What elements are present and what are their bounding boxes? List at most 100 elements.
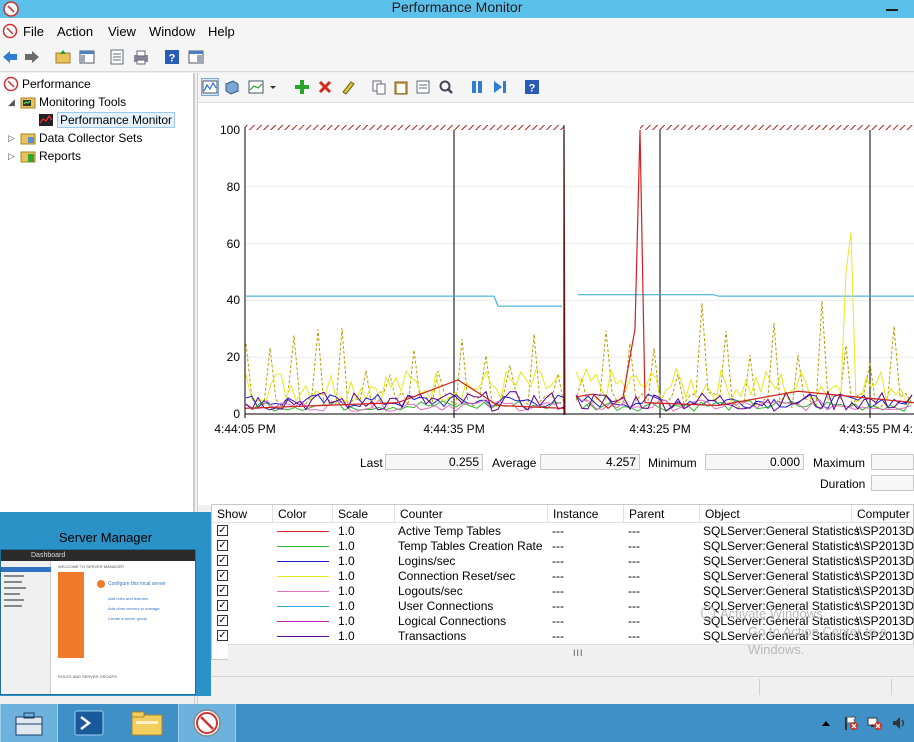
volume-icon[interactable] (891, 715, 907, 731)
legend-cell-parent: --- (628, 584, 640, 598)
thumb-header: Dashboard (1, 550, 195, 561)
minimum-label: Minimum (648, 456, 697, 470)
col-color[interactable]: Color (273, 505, 333, 523)
thumb-sidebar-item (4, 581, 22, 583)
change-graph-type-icon[interactable] (247, 78, 265, 96)
menu-view[interactable]: View (108, 24, 136, 39)
thumb-create-group-link: Create a server group (108, 616, 147, 621)
legend-cell-counter: Logouts/sec (398, 584, 463, 598)
tree-node-data-collector-sets[interactable]: ▷ Data Collector Sets (8, 129, 142, 147)
server-manager-icon (15, 712, 43, 736)
thumbnail-preview[interactable]: Dashboard WELCOME TO SERVER MANAGER Conf… (0, 549, 196, 695)
help-icon[interactable]: ? (163, 48, 181, 66)
freeze-display-icon[interactable] (468, 78, 486, 96)
up-folder-icon[interactable] (54, 48, 72, 66)
legend-cell-scale: 1.0 (338, 554, 355, 568)
back-icon[interactable] (1, 48, 19, 66)
update-data-icon[interactable] (491, 78, 509, 96)
tree-node-monitoring-tools[interactable]: ◢ Monitoring Tools (8, 93, 126, 111)
paste-counter-list-icon[interactable] (392, 78, 410, 96)
show-checkbox[interactable]: ✓ (217, 540, 228, 551)
tree-node-performance[interactable]: Performance (3, 75, 91, 93)
y-axis-ticks: 100 80 60 40 20 0 (220, 123, 240, 421)
tree-node-reports[interactable]: ▷ Reports (8, 147, 81, 165)
print-icon[interactable] (132, 48, 150, 66)
collapse-arrow-icon[interactable]: ◢ (8, 97, 18, 108)
legend-row[interactable]: ✓ 1.0 Logouts/sec --- --- SQLServer:General S… (212, 584, 914, 599)
minimum-value: 0.000 (705, 454, 804, 470)
zoom-icon[interactable] (437, 78, 455, 96)
forward-icon[interactable] (23, 48, 41, 66)
legend-row[interactable]: ✓ 1.0 Temp Tables Creation Rate --- --- SQLSe… (212, 539, 914, 554)
col-counter[interactable]: Counter (395, 505, 548, 523)
watermark-line-3: Windows. (748, 642, 805, 657)
legend-cell-object: SQLServer:General Statistics (703, 584, 860, 598)
view-graph-icon[interactable] (201, 78, 219, 96)
thumb-sidebar (1, 561, 51, 694)
col-computer[interactable]: Computer (852, 505, 914, 523)
show-checkbox[interactable]: ✓ (217, 570, 228, 581)
delete-counter-icon[interactable] (316, 78, 334, 96)
legend-row[interactable]: ✓ 1.0 Active Temp Tables --- --- SQLServer:Ge… (212, 524, 914, 539)
show-checkbox[interactable]: ✓ (217, 585, 228, 596)
col-scale[interactable]: Scale (333, 505, 395, 523)
x-tick-label: 4:43:55 PM (839, 422, 900, 436)
col-object[interactable]: Object (700, 505, 852, 523)
color-swatch (277, 591, 329, 592)
menu-file[interactable]: File (23, 24, 44, 39)
graph-help-icon[interactable]: ? (523, 78, 541, 96)
expand-arrow-icon[interactable]: ▷ (8, 151, 18, 162)
show-checkbox[interactable]: ✓ (217, 525, 228, 536)
server-manager-thumbnail[interactable]: Server Manager Dashboard WELCOME TO SERV… (0, 512, 211, 696)
performance-icon (3, 76, 19, 92)
performance-line-chart[interactable]: 100 80 60 40 20 0 4:44:05 PM 4:44:35 PM … (198, 103, 914, 443)
show-checkbox[interactable]: ✓ (217, 555, 228, 566)
copy-properties-icon[interactable] (370, 78, 388, 96)
minimize-icon[interactable] (874, 0, 914, 14)
color-swatch (277, 531, 329, 532)
highlight-icon[interactable] (339, 78, 357, 96)
thumb-roles-header: ROLES AND SERVER GROUPS (58, 674, 117, 679)
thumb-sidebar-item (4, 605, 22, 607)
col-instance[interactable]: Instance (548, 505, 624, 523)
x-tick-label: 4: (903, 422, 913, 436)
performance-monitor-task-button[interactable] (178, 704, 236, 742)
action-center-icon[interactable] (843, 715, 859, 731)
tree-label-monitoring-tools: Monitoring Tools (39, 95, 127, 109)
system-menu-icon[interactable] (2, 23, 18, 39)
legend-cell-computer: \\SP2013DE (856, 569, 914, 583)
legend-row[interactable]: ✓ 1.0 Connection Reset/sec --- --- SQLServer:… (212, 569, 914, 584)
legend-cell-parent: --- (628, 554, 640, 568)
server-manager-task-button[interactable] (0, 704, 58, 742)
y-tick-label: 60 (227, 237, 241, 251)
col-show[interactable]: Show (212, 505, 273, 523)
add-counter-icon[interactable] (293, 78, 311, 96)
scrollbar-grip-icon[interactable]: III (573, 648, 584, 658)
network-icon[interactable] (867, 715, 883, 731)
menu-window[interactable]: Window (149, 24, 195, 39)
view-histogram-icon[interactable] (223, 78, 241, 96)
menu-help[interactable]: Help (208, 24, 235, 39)
col-parent[interactable]: Parent (624, 505, 700, 523)
show-checkbox[interactable]: ✓ (217, 600, 228, 611)
tree-node-performance-monitor[interactable]: Performance Monitor (38, 111, 176, 129)
legend-row[interactable]: ✓ 1.0 Logins/sec --- --- SQLServer:General St… (212, 554, 914, 569)
properties-pane-icon[interactable] (187, 48, 205, 66)
menu-action[interactable]: Action (57, 24, 93, 39)
powershell-task-button[interactable] (60, 704, 118, 742)
file-explorer-task-button[interactable] (118, 704, 176, 742)
thumb-sidebar-item (4, 587, 26, 589)
show-checkbox[interactable]: ✓ (217, 615, 228, 626)
title-bar[interactable]: Performance Monitor (0, 0, 914, 18)
show-hide-tree-icon[interactable] (78, 48, 96, 66)
color-swatch (277, 576, 329, 577)
graph-type-dropdown-icon[interactable] (267, 78, 279, 96)
menu-bar: File Action View Window Help (0, 18, 914, 44)
show-hidden-icons-icon[interactable] (818, 715, 834, 731)
x-tick-label: 4:44:35 PM (423, 422, 484, 436)
legend-cell-counter: User Connections (398, 599, 494, 613)
export-list-icon[interactable] (108, 48, 126, 66)
properties-icon[interactable] (414, 78, 432, 96)
expand-arrow-icon[interactable]: ▷ (8, 133, 18, 144)
show-checkbox[interactable]: ✓ (217, 630, 228, 641)
